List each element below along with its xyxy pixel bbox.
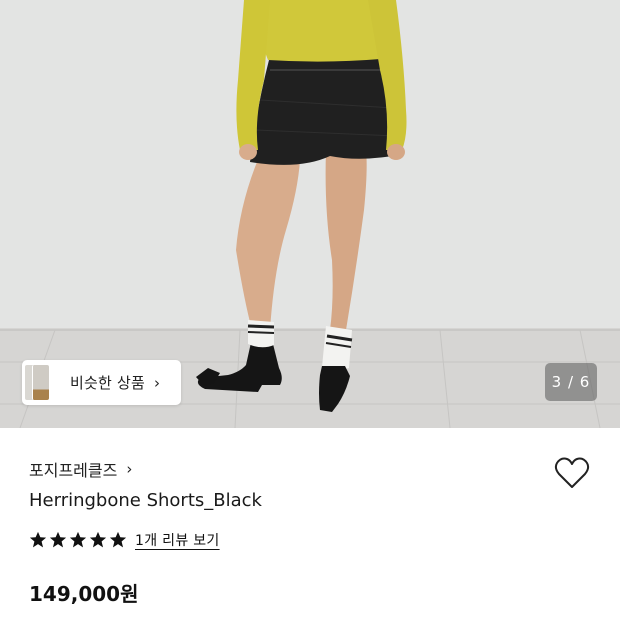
brand-name: 포지프레클즈 bbox=[29, 461, 118, 480]
similar-products-thumbnails bbox=[22, 360, 52, 405]
star-icon bbox=[89, 531, 107, 548]
heart-outline-icon[interactable] bbox=[554, 456, 590, 490]
similar-products-label: 비슷한 상품 bbox=[70, 374, 145, 392]
star-icon bbox=[69, 531, 87, 548]
star-icon bbox=[109, 531, 127, 548]
brand-link[interactable]: 포지프레클즈 › bbox=[29, 457, 132, 481]
chevron-right-icon: › bbox=[153, 373, 160, 392]
product-title: Herringbone Shorts_Black bbox=[29, 490, 262, 511]
rating-row: 1개 리뷰 보기 bbox=[29, 530, 220, 550]
star-icon bbox=[29, 531, 47, 548]
rating-stars bbox=[29, 531, 127, 549]
product-price: 149,000원 bbox=[29, 582, 139, 606]
similar-products-button[interactable]: 비슷한 상품 › bbox=[22, 360, 181, 405]
review-link[interactable]: 1개 리뷰 보기 bbox=[135, 530, 220, 550]
image-page-indicator: 3 / 6 bbox=[545, 363, 597, 401]
similar-thumbnail bbox=[32, 365, 49, 400]
chevron-right-icon: › bbox=[126, 460, 133, 478]
star-icon bbox=[49, 531, 67, 548]
product-photo[interactable]: 비슷한 상품 › 3 / 6 bbox=[0, 0, 620, 428]
